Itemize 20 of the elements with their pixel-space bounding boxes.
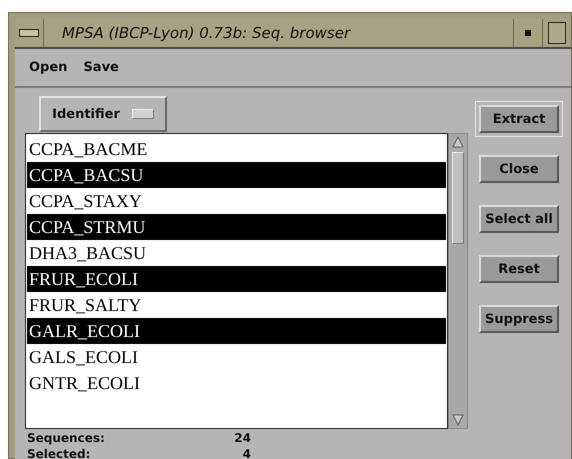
option-menu-icon	[132, 109, 154, 119]
sequence-item[interactable]: CCPA_BACSU	[27, 162, 446, 188]
menu-item[interactable]: Open	[29, 60, 68, 75]
action-button[interactable]: Extract	[475, 101, 563, 137]
sequence-item[interactable]: FRUR_ECOLI	[27, 266, 446, 292]
scroll-down-icon[interactable]	[452, 414, 464, 426]
field-selector[interactable]: Identifier	[39, 96, 167, 132]
menu-item[interactable]: Save	[83, 60, 119, 75]
window-menu-icon[interactable]	[19, 29, 39, 37]
sequence-item[interactable]: GALR_ECOLI	[27, 318, 446, 344]
window-title: MPSA (IBCP-Lyon) 0.73b: Seq. browser	[61, 24, 352, 42]
scroll-up-icon[interactable]	[452, 136, 464, 148]
stat-value: 4	[242, 447, 251, 459]
scroll-thumb[interactable]	[452, 152, 464, 244]
scrollbar[interactable]	[448, 133, 468, 429]
stat-label: Sequences:	[27, 431, 106, 446]
stat-label: Selected:	[27, 447, 92, 459]
sequence-item[interactable]: CCPA_STRMU	[27, 214, 446, 240]
maximize-icon[interactable]	[548, 22, 566, 44]
stat-value: 24	[233, 431, 251, 446]
